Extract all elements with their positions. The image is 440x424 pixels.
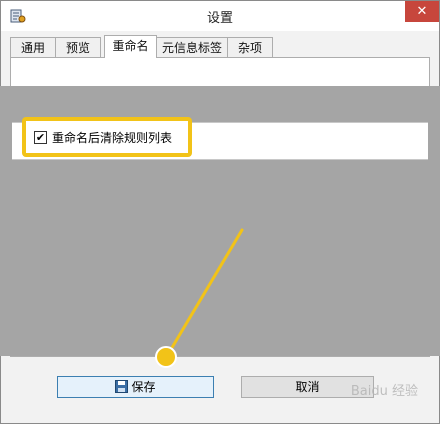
- window-title: 设置: [206, 11, 233, 26]
- close-icon: ✕: [416, 4, 428, 19]
- close-button[interactable]: ✕: [405, 1, 439, 22]
- tab-metadata-tags[interactable]: 元信息标签: [156, 37, 228, 57]
- check-mark-icon: ✔: [35, 131, 46, 144]
- tab-rename[interactable]: 重命名: [104, 35, 157, 58]
- tab-general[interactable]: 通用: [10, 37, 56, 57]
- save-button[interactable]: 保存: [57, 376, 214, 398]
- save-button-label: 保存: [131, 380, 156, 394]
- clear-rules-checkbox[interactable]: ✔: [34, 131, 47, 144]
- title-bar: 设置 ✕: [1, 1, 439, 31]
- clear-rules-label[interactable]: 重命名后清除规则列表: [52, 129, 172, 146]
- tab-misc[interactable]: 杂项: [227, 37, 273, 57]
- watermark: Baidu 经验: [350, 384, 418, 399]
- cancel-button-label: 取消: [295, 380, 320, 394]
- tab-preview[interactable]: 预览: [55, 37, 101, 57]
- floppy-disk-icon: [115, 379, 129, 399]
